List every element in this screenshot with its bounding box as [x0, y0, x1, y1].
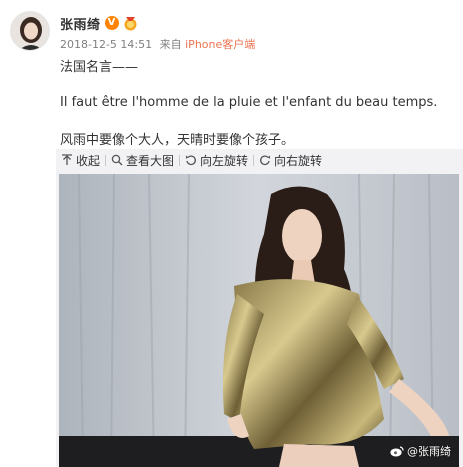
- view-large-label: 查看大图: [126, 153, 175, 168]
- verified-v-badge-icon[interactable]: V: [104, 16, 119, 30]
- rotate-right-icon: [259, 154, 271, 166]
- post-device[interactable]: iPhone客户端: [185, 38, 255, 51]
- view-large-button[interactable]: 查看大图: [106, 149, 179, 171]
- rotate-right-button[interactable]: 向右旋转: [254, 149, 327, 171]
- weibo-logo-icon: [390, 445, 404, 457]
- weibo-post: 张雨绮 V 2018-12-5 14:51 来自 iPhone客户端 法国名言—…: [0, 0, 463, 467]
- collapse-label: 收起: [76, 153, 101, 168]
- post-time[interactable]: 2018-12-5 14:51: [60, 38, 152, 51]
- post-text-line: Il faut être l'homme de la pluie et l'en…: [60, 95, 438, 110]
- media-toolbar: 收起 查看大图 向左旋转 向右旋转: [56, 149, 327, 171]
- from-label: 来自: [159, 38, 182, 51]
- post-meta: 2018-12-5 14:51 来自 iPhone客户端: [60, 36, 255, 52]
- author-name[interactable]: 张雨绮: [60, 14, 101, 33]
- avatar[interactable]: [10, 11, 50, 51]
- collapse-button[interactable]: 收起: [56, 149, 105, 171]
- medal-badge-icon[interactable]: [123, 16, 138, 31]
- media-expanded-box: 收起 查看大图 向左旋转 向右旋转 @张雨绮: [56, 149, 463, 467]
- magnifier-icon: [111, 154, 123, 166]
- rotate-left-label: 向左旋转: [200, 153, 249, 168]
- watermark-text: @张雨绮: [407, 445, 451, 458]
- rotate-left-icon: [185, 154, 197, 166]
- author-row: 张雨绮 V: [60, 14, 138, 33]
- post-photo[interactable]: @张雨绮: [59, 174, 459, 467]
- post-text-line: 法国名言——: [60, 60, 139, 75]
- rotate-right-label: 向右旋转: [274, 153, 323, 168]
- photo-watermark: @张雨绮: [390, 443, 451, 459]
- rotate-left-button[interactable]: 向左旋转: [180, 149, 253, 171]
- post-text-line: 风雨中要像个大人，天晴时要像个孩子。: [60, 133, 295, 148]
- arrow-up-icon: [61, 154, 73, 166]
